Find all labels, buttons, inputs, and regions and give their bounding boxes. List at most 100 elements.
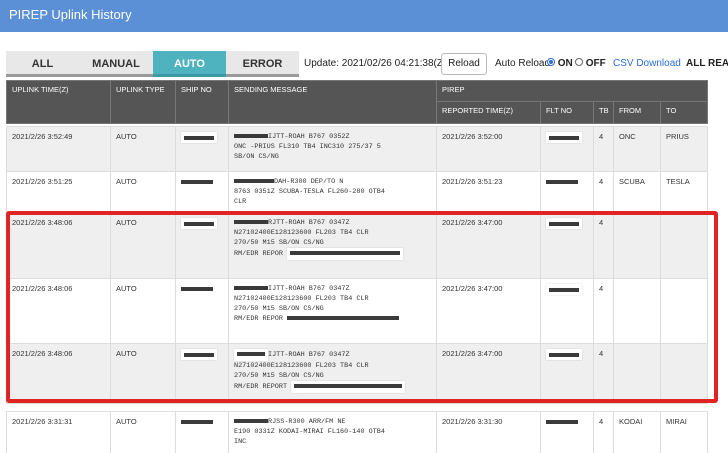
col-header-flt-no[interactable]: FLT NO xyxy=(540,101,594,124)
redaction-bar xyxy=(184,222,214,227)
uplink-time-cell: 2021/2/26 3:52:49 xyxy=(6,126,111,172)
update-timestamp: Update: 2021/02/26 04:21:38(Z) xyxy=(304,58,447,69)
reported-time-cell: 2021/2/26 3:52:00 xyxy=(436,126,541,172)
reported-time-cell: 2021/2/26 3:47:00 xyxy=(436,212,541,279)
message-line: RM/EDR REPOR xyxy=(234,315,283,323)
message-line: ONC -PRIUS FL310 TB4 INC310 275/37 5 xyxy=(234,143,381,151)
redaction-bar xyxy=(234,134,268,139)
redaction-bar xyxy=(181,287,213,292)
flt-no-redacted xyxy=(546,218,582,229)
message-line: IJTT-ROAH B767 0347Z xyxy=(268,285,350,293)
message-line: RJTT-ROAH B767 0347Z xyxy=(268,219,350,227)
col-header-tb[interactable]: TB xyxy=(593,101,614,124)
col-header-from[interactable]: FROM xyxy=(613,101,661,124)
col-header-uplink-type[interactable]: UPLINK TYPE xyxy=(110,80,176,124)
tb-cell: 4 xyxy=(593,343,614,404)
col-header-pirep-group: PIREP xyxy=(436,80,708,102)
message-line: N27102400E128123600 FL203 TB4 CLR xyxy=(234,229,369,237)
tb-cell: 4 xyxy=(593,171,614,213)
tb-cell: 4 xyxy=(593,411,614,453)
message-line: RM/EDR REPORT xyxy=(234,383,288,391)
redaction-bar xyxy=(549,353,579,358)
flt-no-redacted xyxy=(546,132,582,143)
all-read-button[interactable]: ALL REA xyxy=(686,48,728,80)
ship-no-cell xyxy=(175,343,229,404)
sending-message-cell: DAH-R300 DEP/TO N 8763 0351Z SCUBA-TESLA… xyxy=(228,171,437,213)
uplink-type-cell: AUTO xyxy=(110,171,176,213)
redaction-bar xyxy=(290,251,401,256)
col-header-to[interactable]: TO xyxy=(660,101,708,124)
message-line: DAH-R300 DEP/TO N xyxy=(274,178,344,186)
tb-cell: 4 xyxy=(593,126,614,172)
message-line: 8763 0351Z SCUBA-TESLA FL260-280 OTB4 xyxy=(234,188,385,196)
redaction-bar xyxy=(184,353,214,358)
reported-time-cell: 2021/2/26 3:47:00 xyxy=(436,278,541,344)
redaction-bar xyxy=(549,222,579,227)
tab-all[interactable]: ALL xyxy=(6,51,79,77)
flt-no-cell xyxy=(540,278,594,344)
col-header-reported-time[interactable]: REPORTED TIME(Z) xyxy=(436,101,541,124)
tab-auto[interactable]: AUTO xyxy=(153,51,226,77)
message-line: E190 0331Z KODAI-MIRAI FL160-140 OTB4 xyxy=(234,428,385,436)
message-line: IJTT-ROAH B767 0352Z xyxy=(268,133,350,141)
auto-reload-on-option[interactable]: ON xyxy=(547,48,573,80)
from-cell: ONC xyxy=(613,126,661,172)
redaction-bar xyxy=(549,288,579,293)
message-line: 270/50 M15 SB/ON CS/NG xyxy=(234,239,324,247)
flt-no-redacted xyxy=(546,284,582,295)
flt-no-cell xyxy=(540,171,594,213)
redaction-bar xyxy=(294,384,403,389)
auto-reload-on-radio[interactable] xyxy=(547,58,555,67)
auto-reload-off-radio[interactable] xyxy=(575,58,583,67)
sending-message-cell: IJTT-ROAH B767 0347Z N27102400E128123600… xyxy=(228,343,437,404)
sending-message-cell: IJTT-ROAH B767 0352Z ONC -PRIUS FL310 TB… xyxy=(228,126,437,172)
ship-no-cell xyxy=(175,171,229,213)
reload-button[interactable]: Reload xyxy=(441,53,487,75)
tb-cell: 4 xyxy=(593,278,614,344)
table-row[interactable]: 2021/2/26 3:51:25 AUTO DAH-R300 DEP/TO N… xyxy=(6,171,708,213)
ship-no-cell xyxy=(175,411,229,453)
redaction-bar xyxy=(234,220,268,225)
message-line: RM/EDR REPOR xyxy=(234,250,283,258)
csv-download-link[interactable]: CSV Download xyxy=(613,48,681,80)
to-cell xyxy=(660,278,708,344)
table-row[interactable]: 2021/2/26 3:48:06 AUTO IJTT-ROAH B767 03… xyxy=(6,278,708,344)
uplink-time-cell: 2021/2/26 3:48:06 xyxy=(6,278,111,344)
uplink-type-cell: AUTO xyxy=(110,343,176,404)
message-line: N27102400E128123600 FL203 TB4 CLR xyxy=(234,362,369,370)
tab-manual[interactable]: MANUAL xyxy=(79,51,153,77)
table-row[interactable]: 2021/2/26 3:52:49 AUTO IJTT-ROAH B767 03… xyxy=(6,126,708,172)
flt-no-cell xyxy=(540,212,594,279)
redaction-bar xyxy=(234,286,268,291)
flt-no-redacted xyxy=(546,349,582,360)
col-header-ship-no[interactable]: SHIP NO xyxy=(175,80,229,124)
to-cell: MIRAI xyxy=(660,411,708,453)
report-redacted xyxy=(291,381,406,393)
sending-message-cell: RJTT-ROAH B767 0347Z N27102400E128123600… xyxy=(228,212,437,279)
table-row[interactable]: 2021/2/26 3:48:06 AUTO RJTT-ROAH B767 03… xyxy=(6,212,708,279)
redaction-bar xyxy=(181,180,213,185)
reported-time-cell: 2021/2/26 3:47:00 xyxy=(436,343,541,404)
redaction-bar xyxy=(287,316,400,321)
redaction-bar xyxy=(234,419,268,424)
auto-reload-off-option[interactable]: OFF xyxy=(575,48,606,80)
uplink-time-cell: 2021/2/26 3:31:31 xyxy=(6,411,111,453)
auto-reload-label: Auto Reload xyxy=(495,58,551,69)
uplink-type-cell: AUTO xyxy=(110,411,176,453)
from-cell xyxy=(613,212,661,279)
message-line: RJSS-R300 ARR/FM NE xyxy=(268,418,346,426)
auto-reload-off-label: OFF xyxy=(585,58,606,69)
flt-no-cell xyxy=(540,411,594,453)
tab-error[interactable]: ERROR xyxy=(226,51,299,77)
ship-no-redacted xyxy=(181,132,217,143)
table-row[interactable]: 2021/2/26 3:48:06 AUTO IJTT-ROAH B767 03… xyxy=(6,343,708,404)
col-header-uplink-time[interactable]: UPLINK TIME(Z) xyxy=(6,80,111,124)
table-row[interactable]: 2021/2/26 3:31:31 AUTO RJSS-R300 ARR/FM … xyxy=(6,411,708,453)
from-cell xyxy=(613,278,661,344)
col-header-sending-message[interactable]: SENDING MESSAGE xyxy=(228,80,437,124)
reported-time-cell: 2021/2/26 3:31:30 xyxy=(436,411,541,453)
ship-no-redacted xyxy=(181,349,217,360)
from-cell: KODAI xyxy=(613,411,661,453)
filter-tabs: ALL MANUAL AUTO ERROR xyxy=(6,51,299,77)
to-cell: TESLA xyxy=(660,171,708,213)
